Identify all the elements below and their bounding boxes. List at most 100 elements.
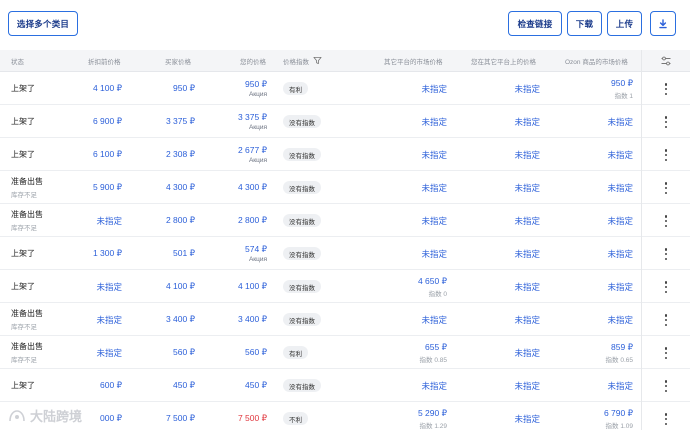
buyer-price-value[interactable]: 3 375 ₽ — [166, 116, 195, 127]
buyer-price-value[interactable]: 4 300 ₽ — [166, 182, 195, 193]
download-icon-button[interactable] — [650, 11, 676, 36]
other-market-price-value[interactable]: 未指定 — [514, 380, 540, 392]
other-market-price-value[interactable]: 未指定 — [514, 248, 540, 260]
kebab-menu-icon[interactable] — [660, 378, 672, 394]
kebab-dot — [664, 215, 668, 218]
funnel-icon[interactable] — [313, 56, 322, 65]
kebab-menu-icon[interactable] — [660, 180, 672, 196]
your-price-value[interactable]: 2 677 ₽ — [238, 145, 267, 156]
competitor-market-price-value[interactable]: 未指定 — [421, 314, 447, 326]
buyer-price-value[interactable]: 501 ₽ — [173, 248, 195, 259]
header-price-before-discount[interactable]: 折扣前价格 — [88, 56, 121, 66]
your-price-cell: 4 300 ₽ — [238, 171, 267, 204]
ozon-market-price-value[interactable]: 未指定 — [607, 314, 633, 326]
kebab-menu-icon[interactable] — [660, 147, 672, 163]
kebab-menu-icon[interactable] — [660, 411, 672, 427]
your-price-value[interactable]: 4 100 ₽ — [238, 281, 267, 292]
your-price-value[interactable]: 950 ₽ — [245, 79, 267, 90]
competitor-market-price-value[interactable]: 未指定 — [421, 380, 447, 392]
ozon-market-price-value[interactable]: 未指定 — [607, 215, 633, 227]
header-your-other-market-price[interactable]: 您在其它平台上的价格 — [471, 56, 536, 66]
buyer-price-value[interactable]: 7 500 ₽ — [166, 413, 195, 424]
buyer-price-value[interactable]: 2 308 ₽ — [166, 149, 195, 160]
competitor-market-price-value[interactable]: 4 650 ₽ — [418, 276, 447, 287]
competitor-market-price-value[interactable]: 未指定 — [421, 182, 447, 194]
kebab-menu-icon[interactable] — [660, 345, 672, 361]
your-price-value[interactable]: 7 500 ₽ — [238, 413, 267, 424]
ozon-market-price-value[interactable]: 未指定 — [607, 248, 633, 260]
ozon-market-price-value[interactable]: 未指定 — [607, 149, 633, 161]
competitor-market-price-value[interactable]: 655 ₽ — [425, 342, 447, 353]
kebab-menu-icon[interactable] — [660, 213, 672, 229]
header-buyer-price[interactable]: 买家价格 — [165, 56, 191, 66]
price-before-discount-value[interactable]: 未指定 — [96, 281, 122, 293]
ozon-market-price-value[interactable]: 未指定 — [607, 380, 633, 392]
price-before-discount-value[interactable]: 未指定 — [96, 314, 122, 326]
buyer-price-value[interactable]: 3 400 ₽ — [166, 314, 195, 325]
other-market-price-value[interactable]: 未指定 — [514, 149, 540, 161]
header-competitor-market-price[interactable]: 其它平台的市场价格 — [384, 56, 443, 66]
your-price-value[interactable]: 450 ₽ — [245, 380, 267, 391]
other-market-price-value[interactable]: 未指定 — [514, 281, 540, 293]
competitor-market-price-value[interactable]: 5 290 ₽ — [418, 408, 447, 419]
kebab-dot — [664, 87, 668, 91]
kebab-dot — [664, 186, 668, 190]
price-before-discount-value[interactable]: 000 ₽ — [100, 413, 122, 424]
your-price-value[interactable]: 574 ₽ — [245, 244, 267, 255]
buyer-price-value[interactable]: 450 ₽ — [173, 380, 195, 391]
other-market-price-value[interactable]: 未指定 — [514, 215, 540, 227]
competitor-market-price-value[interactable]: 未指定 — [421, 248, 447, 260]
kebab-menu-icon[interactable] — [660, 114, 672, 130]
other-market-price-value[interactable]: 未指定 — [514, 314, 540, 326]
buyer-price-value[interactable]: 4 100 ₽ — [166, 281, 195, 292]
other-market-price-cell: 未指定 — [514, 402, 540, 430]
upload-button[interactable]: 上传 — [607, 11, 642, 36]
price-index-badge: 没有指数 — [283, 148, 321, 161]
your-price-value[interactable]: 3 400 ₽ — [238, 314, 267, 325]
competitor-market-price-value[interactable]: 未指定 — [421, 149, 447, 161]
other-market-price-value[interactable]: 未指定 — [514, 116, 540, 128]
your-price-value[interactable]: 4 300 ₽ — [238, 182, 267, 193]
buyer-price-value[interactable]: 560 ₽ — [173, 347, 195, 358]
price-before-discount-value[interactable]: 未指定 — [96, 347, 122, 359]
select-categories-button[interactable]: 选择多个类目 — [8, 11, 78, 36]
other-market-price-value[interactable]: 未指定 — [514, 182, 540, 194]
ozon-market-price-value[interactable]: 未指定 — [607, 116, 633, 128]
check-links-button[interactable]: 检查链接 — [508, 11, 562, 36]
price-before-discount-value[interactable]: 6 100 ₽ — [93, 149, 122, 160]
header-ozon-market-price[interactable]: Ozon 商品的市场价格 — [565, 56, 628, 66]
ozon-market-price-value[interactable]: 未指定 — [607, 281, 633, 293]
kebab-menu-icon[interactable] — [660, 312, 672, 328]
other-market-price-value[interactable]: 未指定 — [514, 83, 540, 95]
other-market-price-value[interactable]: 未指定 — [514, 347, 540, 359]
ozon-market-price-value[interactable]: 6 790 ₽ — [604, 408, 633, 419]
header-price-index[interactable]: 价格指数 — [283, 56, 309, 66]
kebab-menu-icon[interactable] — [660, 81, 672, 97]
buyer-price-value[interactable]: 2 800 ₽ — [166, 215, 195, 226]
price-before-discount-value[interactable]: 未指定 — [96, 215, 122, 227]
ozon-market-price-value[interactable]: 950 ₽ — [611, 78, 633, 89]
ozon-market-price-value[interactable]: 未指定 — [607, 182, 633, 194]
buyer-price-cell: 950 ₽ — [173, 72, 195, 105]
price-before-discount-value[interactable]: 6 900 ₽ — [93, 116, 122, 127]
price-before-discount-value[interactable]: 4 100 ₽ — [93, 83, 122, 94]
ozon-market-price-value[interactable]: 859 ₽ — [611, 342, 633, 353]
competitor-market-price-value[interactable]: 未指定 — [421, 83, 447, 95]
competitor-market-price-value[interactable]: 未指定 — [421, 215, 447, 227]
download-button[interactable]: 下载 — [567, 11, 602, 36]
header-status[interactable]: 状态 — [11, 56, 24, 66]
price-before-discount-value[interactable]: 600 ₽ — [100, 380, 122, 391]
kebab-menu-icon[interactable] — [660, 246, 672, 262]
competitor-market-price-value[interactable]: 未指定 — [421, 116, 447, 128]
sliders-icon[interactable] — [660, 55, 672, 67]
price-before-discount-value[interactable]: 5 900 ₽ — [93, 182, 122, 193]
your-price-value[interactable]: 560 ₽ — [245, 347, 267, 358]
kebab-menu-icon[interactable] — [660, 279, 672, 295]
other-market-price-value[interactable]: 未指定 — [514, 413, 540, 425]
other-market-price-cell: 未指定 — [514, 72, 540, 105]
header-your-price[interactable]: 您的价格 — [240, 56, 266, 66]
price-before-discount-value[interactable]: 1 300 ₽ — [93, 248, 122, 259]
buyer-price-value[interactable]: 950 ₽ — [173, 83, 195, 94]
your-price-value[interactable]: 3 375 ₽ — [238, 112, 267, 123]
your-price-value[interactable]: 2 800 ₽ — [238, 215, 267, 226]
